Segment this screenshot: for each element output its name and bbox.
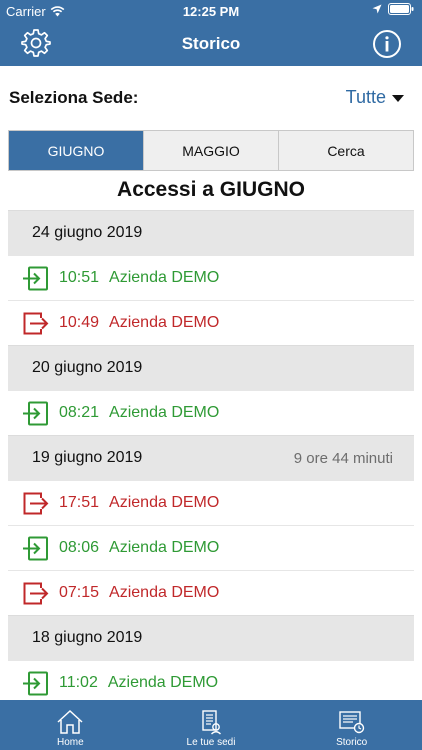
home-icon xyxy=(57,709,83,734)
duration-label: 9 ore 44 minuti xyxy=(293,449,393,467)
entry-in-icon xyxy=(23,536,48,560)
tab-home[interactable]: Home xyxy=(0,700,141,750)
entry-place: Azienda DEMO xyxy=(109,269,220,286)
navigation-bar: Storico xyxy=(0,22,422,66)
list-item[interactable]: 17:51 Azienda DEMO xyxy=(8,480,414,525)
page-title: Storico xyxy=(181,34,241,53)
entry-time: 10:49 xyxy=(59,314,100,331)
list-item[interactable]: 10:49 Azienda DEMO xyxy=(8,300,414,345)
tab-storico-label: Storico xyxy=(336,737,368,748)
entry-time: 17:51 xyxy=(59,494,100,511)
status-bar: Carrier 12:25 PM xyxy=(0,0,422,22)
list-item[interactable]: 08:21 Azienda DEMO xyxy=(8,390,414,435)
tab-maggio[interactable]: MAGGIO xyxy=(144,131,279,170)
tab-home-label: Home xyxy=(56,737,84,748)
entry-out-icon xyxy=(23,492,49,514)
entry-time: 08:06 xyxy=(59,539,100,556)
sede-selector-row: Seleziona Sede: Tutte xyxy=(0,76,422,118)
tab-cerca[interactable]: Cerca xyxy=(279,131,413,170)
month-segmented-control: GIUGNO MAGGIO Cerca xyxy=(8,130,414,171)
tab-sedi-label: Le tue sedi xyxy=(186,737,236,748)
entry-place: Azienda DEMO xyxy=(109,584,220,601)
date-header: 24 giugno 2019 xyxy=(8,210,414,255)
sede-value: Tutte xyxy=(345,87,386,107)
entry-in-icon xyxy=(23,401,48,425)
access-list[interactable]: 24 giugno 2019 10:51 Azienda DEMO 10:49 … xyxy=(8,210,414,700)
date-header: 19 giugno 2019 9 ore 44 minuti xyxy=(8,435,414,480)
tab-bar: Home Le tue sedi Storico xyxy=(0,700,422,750)
entry-place: Azienda DEMO xyxy=(109,314,220,331)
date-header: 20 giugno 2019 xyxy=(8,345,414,390)
entry-time: 11:02 xyxy=(59,674,98,691)
date-header: 18 giugno 2019 xyxy=(8,615,414,660)
locations-icon xyxy=(202,710,221,735)
tab-storico[interactable]: Storico xyxy=(281,700,422,750)
status-right xyxy=(372,3,414,15)
list-item[interactable]: 08:06 Azienda DEMO xyxy=(8,525,414,570)
tab-giugno[interactable]: GIUGNO xyxy=(9,131,144,170)
section-heading: Accessi a GIUGNO xyxy=(117,178,305,201)
entry-place: Azienda DEMO xyxy=(109,494,220,511)
dropdown-caret-icon xyxy=(392,95,404,102)
entry-out-icon xyxy=(23,582,49,604)
info-icon[interactable] xyxy=(372,29,402,59)
entry-time: 07:15 xyxy=(59,584,100,601)
entry-in-icon xyxy=(23,266,48,290)
entry-out-icon xyxy=(23,312,49,334)
list-item[interactable]: 11:02 Azienda DEMO xyxy=(8,660,414,700)
entry-place: Azienda DEMO xyxy=(109,539,220,556)
sede-dropdown[interactable]: Tutte xyxy=(346,87,404,108)
tab-sedi[interactable]: Le tue sedi xyxy=(141,700,282,750)
date-label: 24 giugno 2019 xyxy=(32,224,143,241)
history-icon xyxy=(338,711,364,734)
entry-time: 08:21 xyxy=(59,404,100,421)
entry-place: Azienda DEMO xyxy=(109,404,220,421)
date-label: 18 giugno 2019 xyxy=(32,629,143,646)
date-label: 20 giugno 2019 xyxy=(32,359,143,376)
sede-label: Seleziona Sede: xyxy=(9,88,139,107)
location-arrow-icon xyxy=(372,4,382,14)
list-item[interactable]: 07:15 Azienda DEMO xyxy=(8,570,414,615)
entry-in-icon xyxy=(23,671,48,695)
entry-time: 10:51 xyxy=(59,269,100,286)
date-label: 19 giugno 2019 xyxy=(32,449,143,466)
list-item[interactable]: 10:51 Azienda DEMO xyxy=(8,255,414,300)
entry-place: Azienda DEMO xyxy=(107,674,219,691)
status-time: 12:25 PM xyxy=(182,4,240,19)
battery-icon xyxy=(388,3,414,15)
